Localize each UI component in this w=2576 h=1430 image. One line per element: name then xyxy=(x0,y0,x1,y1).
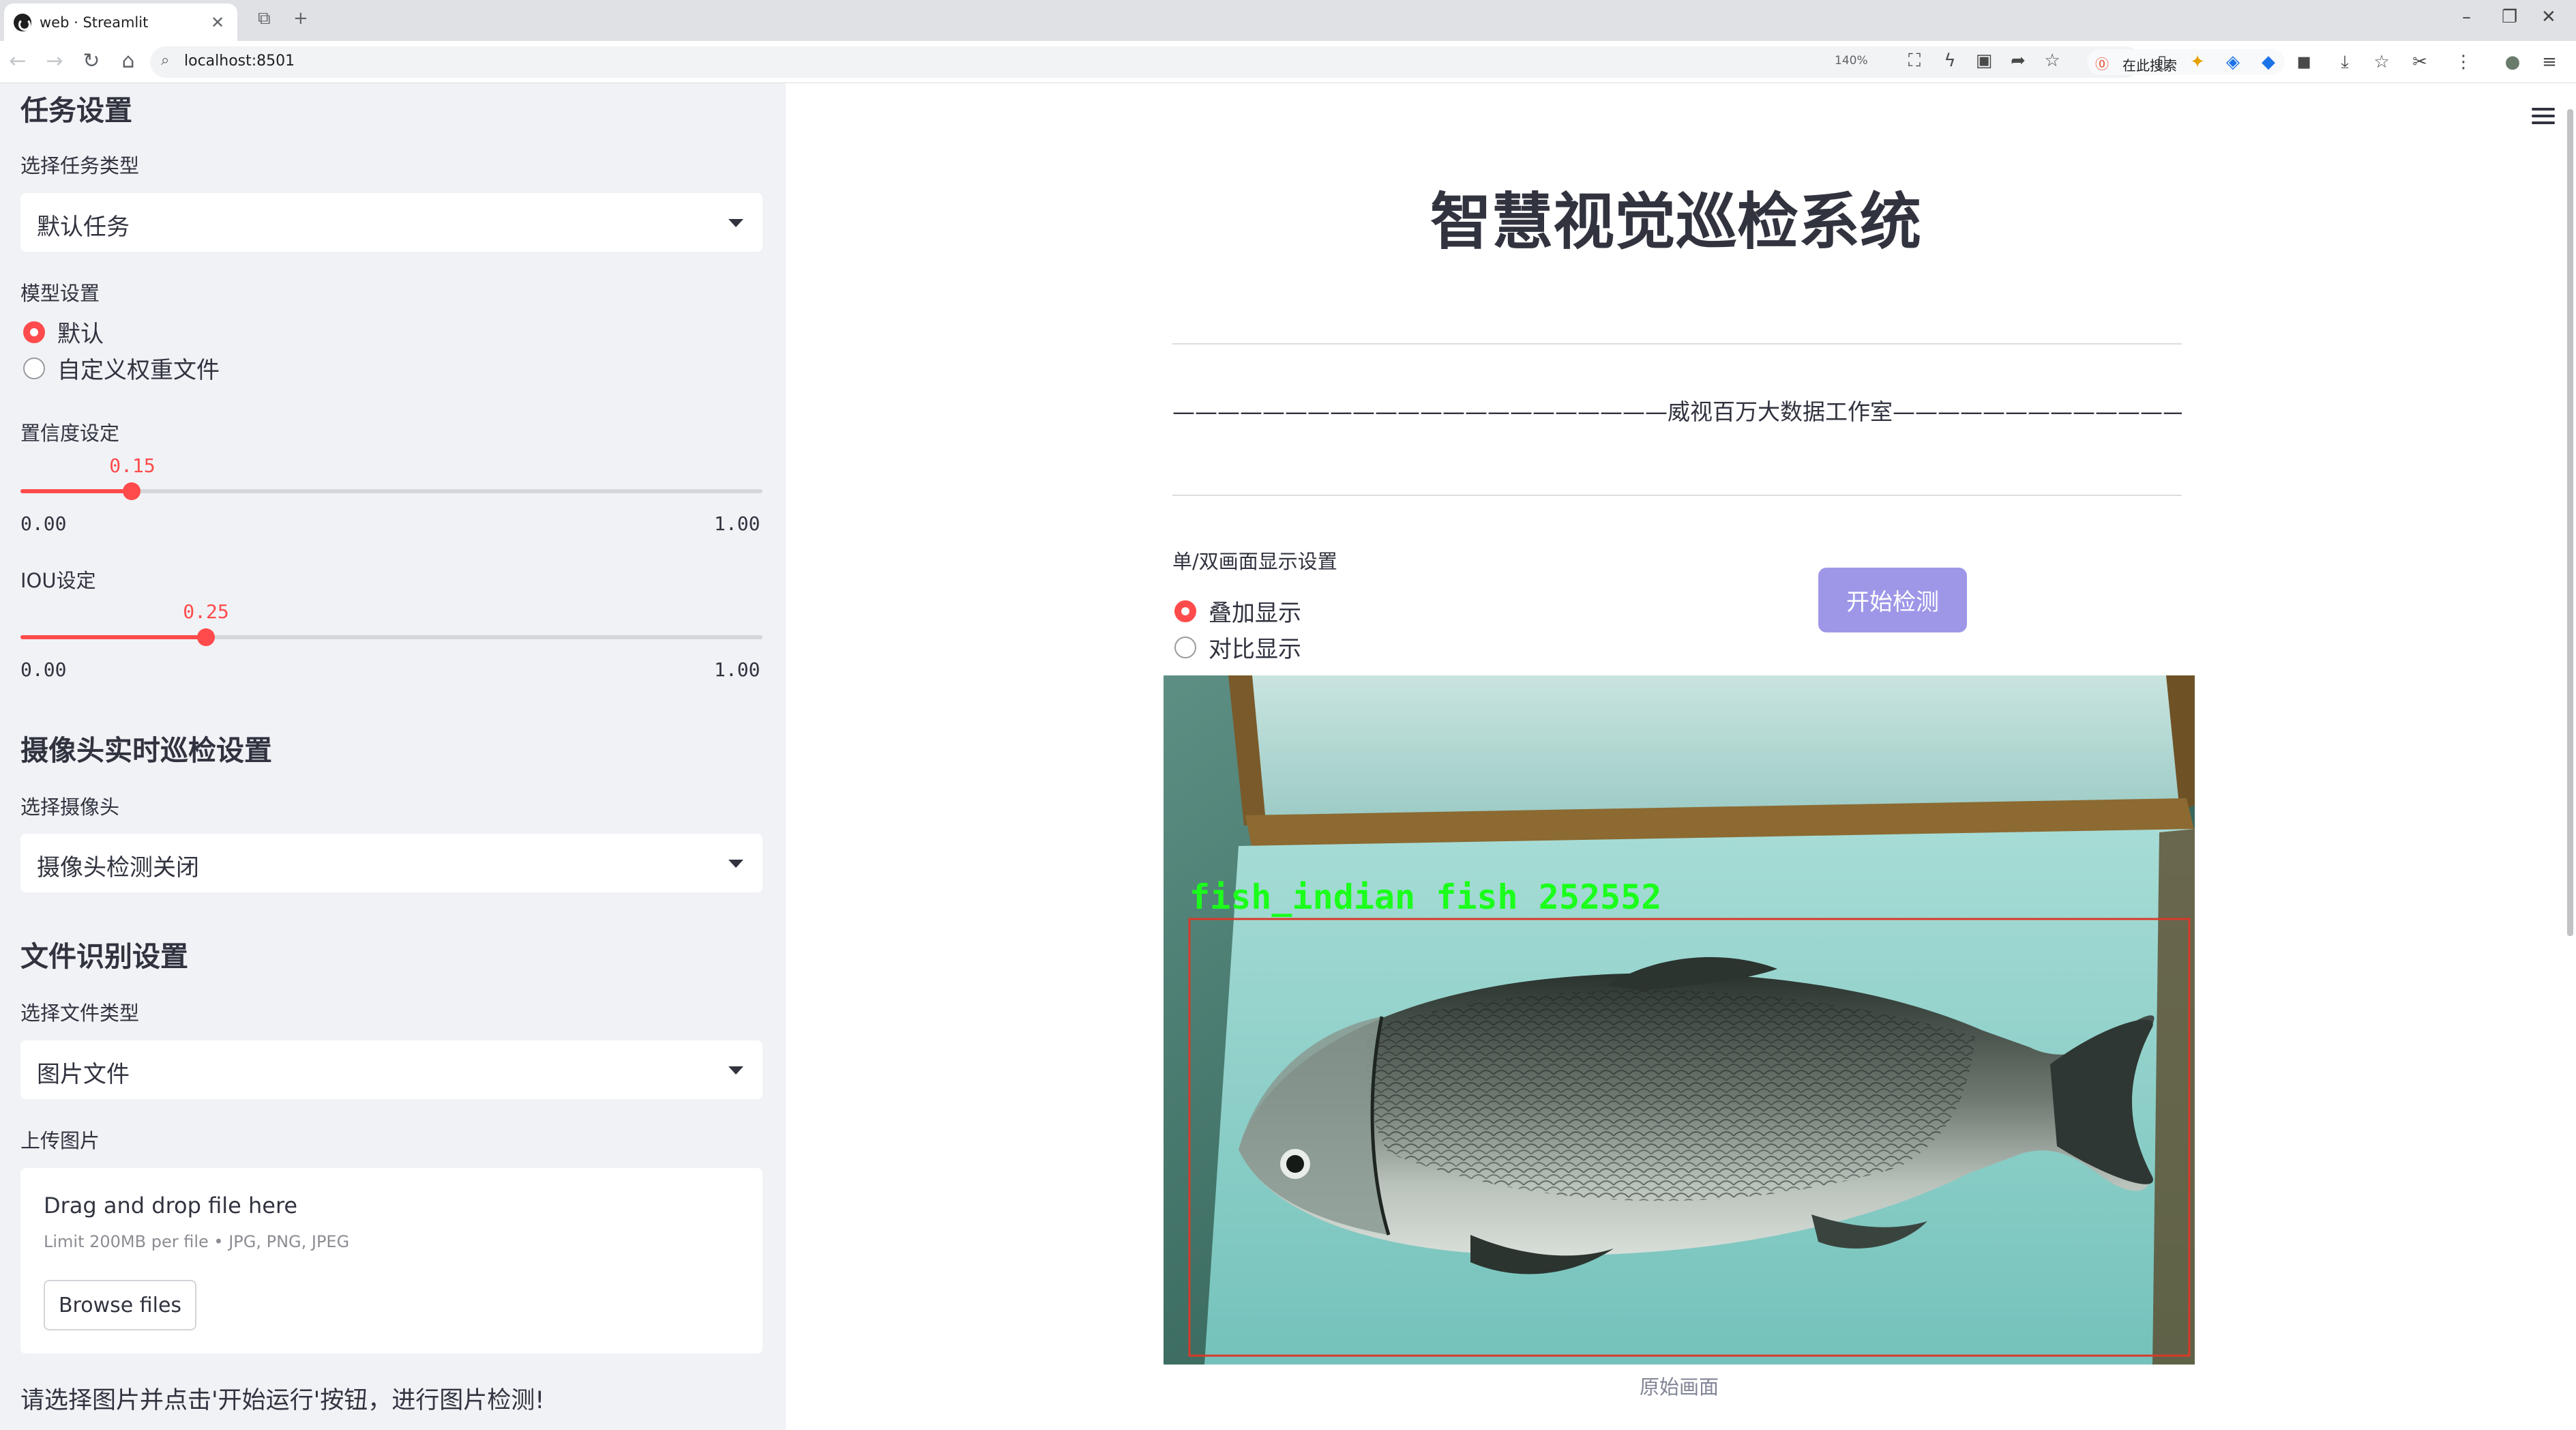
screenshot-icon[interactable]: ▣ xyxy=(1972,50,1996,71)
home-icon[interactable]: ⌂ xyxy=(115,49,142,73)
upload-label: 上传图片 xyxy=(20,1129,100,1152)
extension-4-icon[interactable]: ◼ xyxy=(2292,52,2315,72)
radio-unselected-icon[interactable] xyxy=(23,357,45,379)
bookmark-star-icon[interactable]: ☆ xyxy=(2041,50,2064,71)
task-section-title: 任务设置 xyxy=(20,94,132,127)
forward-icon[interactable]: → xyxy=(41,49,68,73)
model-option-label: 自定义权重文件 xyxy=(57,357,220,384)
hamburger-menu-icon[interactable] xyxy=(2532,108,2555,128)
confidence-slider[interactable] xyxy=(20,482,763,500)
display-mode-option-label: 叠加显示 xyxy=(1209,600,1301,627)
iou-value: 0.25 xyxy=(183,600,229,623)
tab-actions-icon[interactable]: ⧉ xyxy=(258,8,271,29)
chevron-down-icon xyxy=(728,219,743,227)
chevron-down-icon xyxy=(728,1066,743,1075)
sidebar: 任务设置 选择任务类型 默认任务 模型设置 默认 自定义权重文件 置信度设定 0… xyxy=(0,83,786,1430)
file-dropzone[interactable]: Drag and drop file here Limit 200MB per … xyxy=(20,1168,763,1354)
radio-selected-icon[interactable] xyxy=(23,321,45,343)
browser-menu-icon[interactable]: ≡ xyxy=(2538,52,2561,72)
iou-min: 0.00 xyxy=(20,658,67,681)
iou-max: 1.00 xyxy=(714,658,760,681)
task-type-value: 默认任务 xyxy=(37,214,130,241)
confidence-label: 置信度设定 xyxy=(20,422,120,445)
browser-tab-bar: web · Streamlit ✕ ⧉ + – ❐ ✕ xyxy=(0,0,2576,41)
zoom-level[interactable]: 140% xyxy=(1835,54,1868,68)
more-menu-icon[interactable]: ⋮ xyxy=(2452,52,2475,72)
search-engine-icon: ⓪ xyxy=(2095,56,2109,72)
display-mode-compare[interactable]: 对比显示 xyxy=(1174,630,1301,664)
radio-selected-icon[interactable] xyxy=(1174,600,1196,622)
extension-1-icon[interactable]: ✦ xyxy=(2186,52,2209,72)
confidence-max: 1.00 xyxy=(714,512,760,535)
close-tab-icon[interactable]: ✕ xyxy=(207,13,228,32)
task-type-select[interactable]: 默认任务 xyxy=(20,193,763,252)
file-section-title: 文件识别设置 xyxy=(20,940,188,973)
task-type-label: 选择任务类型 xyxy=(20,154,140,177)
browser-tab[interactable]: web · Streamlit ✕ xyxy=(4,3,237,41)
display-mode-overlay[interactable]: 叠加显示 xyxy=(1174,594,1301,628)
restore-icon[interactable]: ❐ xyxy=(2502,7,2517,27)
image-caption: 原始画面 xyxy=(1639,1375,1719,1399)
url-text: localhost:8501 xyxy=(184,53,295,70)
extension-3-icon[interactable]: ◆ xyxy=(2257,52,2280,72)
browser-toolbar: ← → ↻ ⌂ ⌕ localhost:8501 140% ⛶ ϟ ▣ ➦ ☆ … xyxy=(0,41,2576,83)
confidence-value: 0.15 xyxy=(109,454,156,477)
dropzone-limit: Limit 200MB per file • JPG, PNG, JPEG xyxy=(44,1232,350,1251)
dropzone-title: Drag and drop file here xyxy=(44,1193,298,1219)
divider xyxy=(1172,343,2182,345)
share-icon[interactable]: ➦ xyxy=(2007,50,2030,71)
new-tab-icon[interactable]: + xyxy=(293,8,308,29)
divider xyxy=(1172,495,2182,496)
iou-slider-thumb[interactable] xyxy=(197,628,215,646)
streamlit-favicon-icon xyxy=(14,13,31,31)
tab-title: web · Streamlit xyxy=(40,14,149,31)
file-type-label: 选择文件类型 xyxy=(20,1002,140,1025)
iou-label: IOU设定 xyxy=(20,569,96,592)
scissors-icon[interactable]: ✂ xyxy=(2408,52,2431,72)
display-mode-label: 单/双画面显示设置 xyxy=(1172,550,1337,573)
iou-slider-fill xyxy=(20,635,206,639)
file-type-select[interactable]: 图片文件 xyxy=(20,1040,763,1099)
address-search-icon: ⌕ xyxy=(161,52,170,69)
favorites-icon[interactable]: ☆ xyxy=(2370,52,2393,72)
download-icon[interactable]: ⤓ xyxy=(2333,52,2356,73)
address-bar[interactable]: ⌕ localhost:8501 140% ⛶ ϟ ▣ ➦ ☆ ⓪ 在此搜索 xyxy=(150,46,2285,78)
back-icon[interactable]: ← xyxy=(4,49,31,73)
confidence-slider-thumb[interactable] xyxy=(123,482,141,500)
browse-files-button[interactable]: Browse files xyxy=(44,1280,196,1330)
iou-slider[interactable] xyxy=(20,628,763,646)
detection-label: fish_indian fish 252552 xyxy=(1189,877,1661,917)
camera-label: 选择摄像头 xyxy=(20,796,120,819)
camera-section-title: 摄像头实时巡检设置 xyxy=(20,734,272,767)
close-window-icon[interactable]: ✕ xyxy=(2541,7,2556,27)
confidence-slider-fill xyxy=(20,489,132,493)
minimize-icon[interactable]: – xyxy=(2462,7,2471,27)
model-option-custom[interactable]: 自定义权重文件 xyxy=(23,351,220,385)
reading-mode-icon[interactable]: ▯ xyxy=(2150,52,2174,72)
model-option-default[interactable]: 默认 xyxy=(23,315,104,349)
extension-2-icon[interactable]: ◈ xyxy=(2221,52,2245,72)
confidence-min: 0.00 xyxy=(20,512,67,535)
sidebar-note: 请选择图片并点击'开始运行'按钮，进行图片检测! xyxy=(20,1387,545,1414)
main-scrollbar[interactable] xyxy=(2567,109,2573,936)
chevron-down-icon xyxy=(728,860,743,868)
radio-unselected-icon[interactable] xyxy=(1174,636,1196,658)
fish-photo: fish_indian fish 252552 xyxy=(1164,675,2195,1365)
model-option-label: 默认 xyxy=(57,321,104,348)
display-mode-option-label: 对比显示 xyxy=(1209,636,1301,663)
main-content: 智慧视觉巡检系统 ——————————————————————威视百万大数据工作… xyxy=(786,83,2576,1430)
reload-icon[interactable]: ↻ xyxy=(78,49,105,73)
detection-image: fish_indian fish 252552 xyxy=(1164,675,2195,1365)
model-label: 模型设置 xyxy=(20,282,100,305)
lightning-icon[interactable]: ϟ xyxy=(1938,50,1961,71)
studio-banner: ——————————————————————威视百万大数据工作室————————… xyxy=(1172,398,2182,425)
start-detection-button[interactable]: 开始检测 xyxy=(1818,568,1967,632)
page-title: 智慧视觉巡检系统 xyxy=(1430,186,1921,258)
camera-select[interactable]: 摄像头检测关闭 xyxy=(20,834,763,892)
translate-icon[interactable]: ⛶ xyxy=(1903,50,1926,72)
profile-avatar-icon[interactable]: ● xyxy=(2501,52,2524,72)
file-type-value: 图片文件 xyxy=(37,1061,130,1088)
camera-value: 摄像头检测关闭 xyxy=(37,854,199,881)
